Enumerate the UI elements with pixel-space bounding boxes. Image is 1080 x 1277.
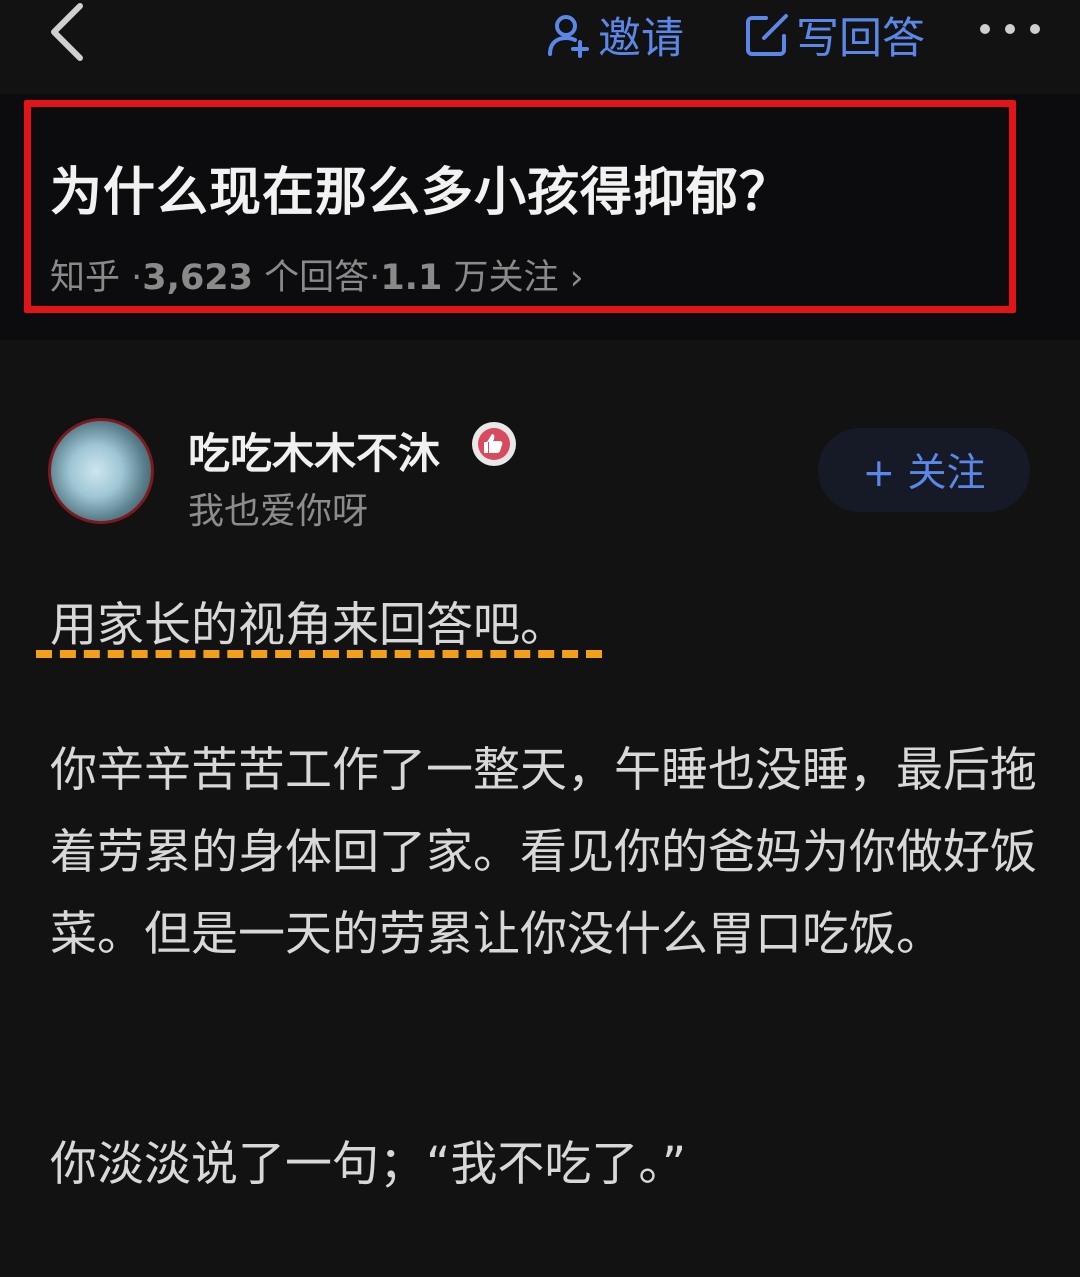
chevron-left-icon — [51, 3, 83, 61]
followers-count: 1.1 — [380, 258, 443, 298]
followers-label: 万关注 — [453, 258, 559, 298]
more-options-icon[interactable] — [980, 24, 1040, 40]
author-bio: 我也爱你呀 — [188, 491, 369, 532]
dashed-underline — [36, 650, 602, 658]
write-answer-label: 写回答 — [796, 14, 925, 64]
back-button[interactable] — [44, 2, 94, 62]
thumbs-up-badge-icon — [472, 422, 516, 466]
answer-paragraph-2: 你辛辛苦苦工作了一整天，午睡也没睡，最后拖着劳累的身体回了家。看见你的爸妈为你做… — [50, 743, 1037, 962]
edit-icon — [746, 14, 788, 56]
invite-button[interactable]: 邀请 — [546, 4, 684, 66]
invite-label: 邀请 — [598, 14, 684, 64]
answers-count: 3,623 — [142, 258, 254, 298]
source-label: 知乎 — [50, 258, 121, 298]
question-meta[interactable]: 知乎 ·3,623 个回答·1.1 万关注 › — [50, 249, 584, 300]
author-name[interactable]: 吃吃木木不沐 — [188, 420, 440, 481]
answers-label: 个回答 — [264, 258, 370, 298]
person-add-icon — [548, 15, 589, 58]
top-bar: 邀请 写回答 — [0, 0, 1080, 70]
answer-paragraph-3: 你淡淡说了一句；“我不吃了。” — [50, 1137, 687, 1192]
follow-button[interactable]: + 关注 — [818, 428, 1030, 512]
write-answer-button[interactable]: 写回答 — [744, 4, 925, 66]
question-title[interactable]: 为什么现在那么多小孩得抑郁？ — [50, 150, 792, 225]
avatar[interactable] — [48, 418, 154, 524]
chevron-right-icon: › — [569, 258, 584, 298]
